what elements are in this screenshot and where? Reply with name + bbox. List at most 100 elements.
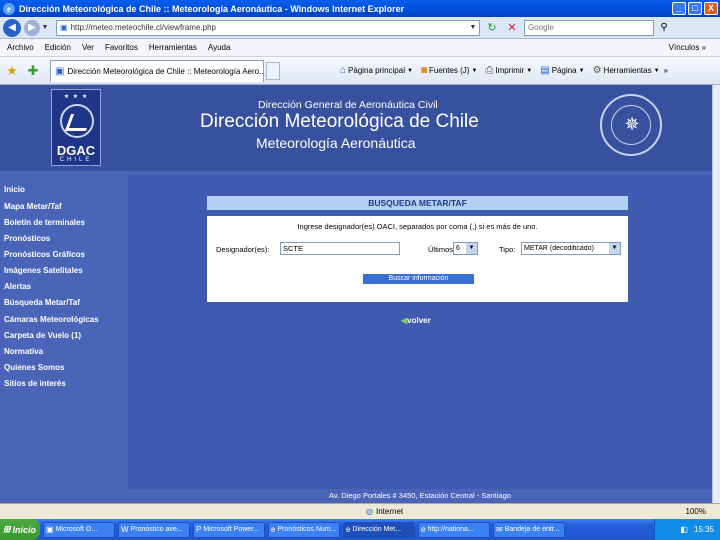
sidebar-item-inicio[interactable]: Inicio <box>4 185 25 194</box>
search-icon[interactable]: ⚲ <box>656 20 672 36</box>
zone-label: Internet <box>375 507 404 516</box>
task-label: Dirección Met... <box>352 526 402 533</box>
page-menu-label: Página <box>551 66 577 75</box>
task-label: http://nationa... <box>427 526 474 533</box>
chevron-down-icon: ▼ <box>578 67 585 74</box>
url-field[interactable]: ▣ http://meteo.meteochile.cl/viewframe.p… <box>56 19 480 36</box>
sidebar-item-carpeta-vuelo[interactable]: Carpeta de Vuelo (1) <box>4 331 81 340</box>
chevron-down-icon: ▼ <box>466 243 477 254</box>
chevron-down-icon: ▼ <box>471 67 478 74</box>
sidebar-item-busqueda-metar-taf[interactable]: Búsqueda Metar/Taf <box>4 298 80 307</box>
print-button[interactable]: ⎙ Imprimir ▼ <box>485 65 532 76</box>
taskbar-item[interactable]: e http://nationa... <box>418 521 490 538</box>
sidebar-item-alertas[interactable]: Alertas <box>4 282 31 291</box>
sidebar-item-mapa-metar-taf[interactable]: Mapa Metar/Taf <box>4 202 62 211</box>
page-subtitle: Meteorología Aeronáutica <box>256 135 416 151</box>
tab-title: Dirección Meteorológica de Chile :: Mete… <box>67 66 264 76</box>
printer-icon: ⎙ <box>485 65 494 76</box>
menu-bar: Archivo Edición Ver Favoritos Herramient… <box>0 39 720 57</box>
condor-icon <box>60 104 94 138</box>
page-icon: ▣ <box>60 23 68 32</box>
window-title: Dirección Meteorológica de Chile :: Mete… <box>19 3 405 14</box>
dgac-logo[interactable]: ★ ★ ★ DGAC CHILE <box>51 89 101 166</box>
menu-item-archivo[interactable]: Archivo <box>7 43 34 52</box>
sidebar-item-sitios-interes[interactable]: Sitios de interés <box>4 379 66 388</box>
task-label: Pronóstico ave... <box>130 526 183 533</box>
address-bar: ◀ ▶ ▼ ▣ http://meteo.meteochile.cl/viewf… <box>0 17 720 39</box>
feeds-button[interactable]: ◙ Fuentes (J) ▼ <box>421 65 477 76</box>
status-bar: ◍ Internet 100% <box>0 503 720 519</box>
command-bar: ★ ✚ ▣ Dirección Meteorológica de Chile :… <box>0 57 720 85</box>
start-button[interactable]: ⊞ Inicio <box>0 519 40 540</box>
sidebar-item-normativa[interactable]: Normativa <box>4 347 43 356</box>
meteorological-seal-icon: ✵ <box>600 94 662 156</box>
sidebar-item-boletin-terminales[interactable]: Boletín de terminales <box>4 218 85 227</box>
favorites-star-icon[interactable]: ★ <box>3 63 21 79</box>
taskbar-item[interactable]: ✉ Bandeja de entr... <box>493 521 565 538</box>
stop-icon[interactable]: ✕ <box>504 20 520 36</box>
type-select[interactable]: METAR (decodificado) ▼ <box>521 242 621 255</box>
forward-arrow-icon[interactable]: ▶ <box>24 19 40 36</box>
designator-input[interactable]: SCTE <box>280 242 400 255</box>
logo-subtext: CHILE <box>59 157 93 163</box>
sidebar-item-camaras[interactable]: Cámaras Meteorológicas <box>4 315 99 324</box>
taskbar-item[interactable]: e Pronósticos Num... <box>268 521 340 538</box>
taskbar-item[interactable]: W Pronóstico ave... <box>118 521 190 538</box>
sidebar-item-pronosticos[interactable]: Pronósticos <box>4 234 50 243</box>
search-input[interactable]: Google <box>524 19 654 36</box>
close-button[interactable]: X <box>704 2 718 15</box>
taskbar-item[interactable]: ▣ Microsoft O... <box>43 521 115 538</box>
menu-item-favoritos[interactable]: Favoritos <box>105 43 138 52</box>
task-label: Microsoft O... <box>55 526 98 533</box>
sidebar-item-imagenes-satelitales[interactable]: Imágenes Satelitales <box>4 266 83 275</box>
tools-menu-button[interactable]: ⚙ Herramientas ▼ <box>593 65 660 76</box>
search-form: Ingrese designador(es) OACI, separados p… <box>207 216 628 302</box>
menu-item-herramientas[interactable]: Herramientas <box>149 43 197 52</box>
network-icon[interactable]: ◧ <box>680 525 688 534</box>
chevron-down-icon: ▼ <box>653 67 660 74</box>
feed-icon: ◙ <box>420 65 427 76</box>
search-panel-title: BUSQUEDA METAR/TAF <box>207 196 628 210</box>
menu-item-ver[interactable]: Ver <box>82 43 94 52</box>
sidebar-item-pronosticos-graficos[interactable]: Pronósticos Gráficos <box>4 250 85 259</box>
menu-item-edicion[interactable]: Edición <box>45 43 71 52</box>
task-label: Bandeja de entr... <box>504 526 560 533</box>
word-icon: W <box>121 525 129 534</box>
new-tab-button[interactable] <box>266 61 280 80</box>
minimize-button[interactable]: _ <box>672 2 686 15</box>
window-title-bar: e Dirección Meteorológica de Chile :: Me… <box>0 0 720 17</box>
vertical-scrollbar[interactable] <box>712 85 720 503</box>
site-footer: Av. Diego Portales # 3450, Estación Cent… <box>329 491 511 500</box>
search-submit-button[interactable]: Buscar información <box>363 274 474 284</box>
maximize-button[interactable]: □ <box>688 2 702 15</box>
zoom-level[interactable]: 100% <box>686 507 706 516</box>
security-zone: ◍ Internet <box>360 507 403 516</box>
url-dropdown-icon[interactable]: ▼ <box>467 24 479 31</box>
menu-item-ayuda[interactable]: Ayuda <box>208 43 231 52</box>
taskbar: ⊞ Inicio ▣ Microsoft O... W Pronóstico ave… <box>0 519 720 540</box>
add-favorite-icon[interactable]: ✚ <box>24 63 42 79</box>
more-commands-icon[interactable]: » <box>664 66 668 75</box>
chevron-down-icon: ▼ <box>526 67 533 74</box>
refresh-icon[interactable]: ↻ <box>484 20 500 36</box>
ie-icon: e <box>346 525 351 534</box>
home-button[interactable]: ⌂ Página principal ▼ <box>340 65 413 76</box>
sidebar-item-quienes-somos[interactable]: Quienes Somos <box>4 363 64 372</box>
page-title: Dirección Meteorológica de Chile <box>200 111 479 132</box>
page-menu-button[interactable]: ▤ Página ▼ <box>540 65 584 76</box>
taskbar-item[interactable]: P Microsoft Power... <box>193 521 265 538</box>
browser-tab[interactable]: ▣ Dirección Meteorológica de Chile :: Me… <box>50 59 264 82</box>
back-arrow-icon[interactable]: ◀ <box>3 18 21 37</box>
ie-icon: e <box>3 2 15 15</box>
back-link-label: volver <box>407 316 431 325</box>
history-dropdown-icon[interactable]: ▼ <box>40 24 50 31</box>
site-header: ★ ★ ★ DGAC CHILE Dirección General de Ae… <box>0 85 712 171</box>
ie-icon: e <box>421 525 426 534</box>
last-count-select[interactable]: 6 ▼ <box>453 242 478 255</box>
taskbar-item-active[interactable]: e Dirección Met... <box>343 521 415 538</box>
url-value[interactable]: http://meteo.meteochile.cl/viewframe.php <box>71 23 467 32</box>
task-label: Microsoft Power... <box>203 526 259 533</box>
back-link[interactable]: ◀volver <box>401 316 431 325</box>
links-toolbar[interactable]: Vínculos » <box>669 43 706 52</box>
sidebar-nav: Inicio Mapa Metar/Taf Boletín de termina… <box>0 175 128 489</box>
